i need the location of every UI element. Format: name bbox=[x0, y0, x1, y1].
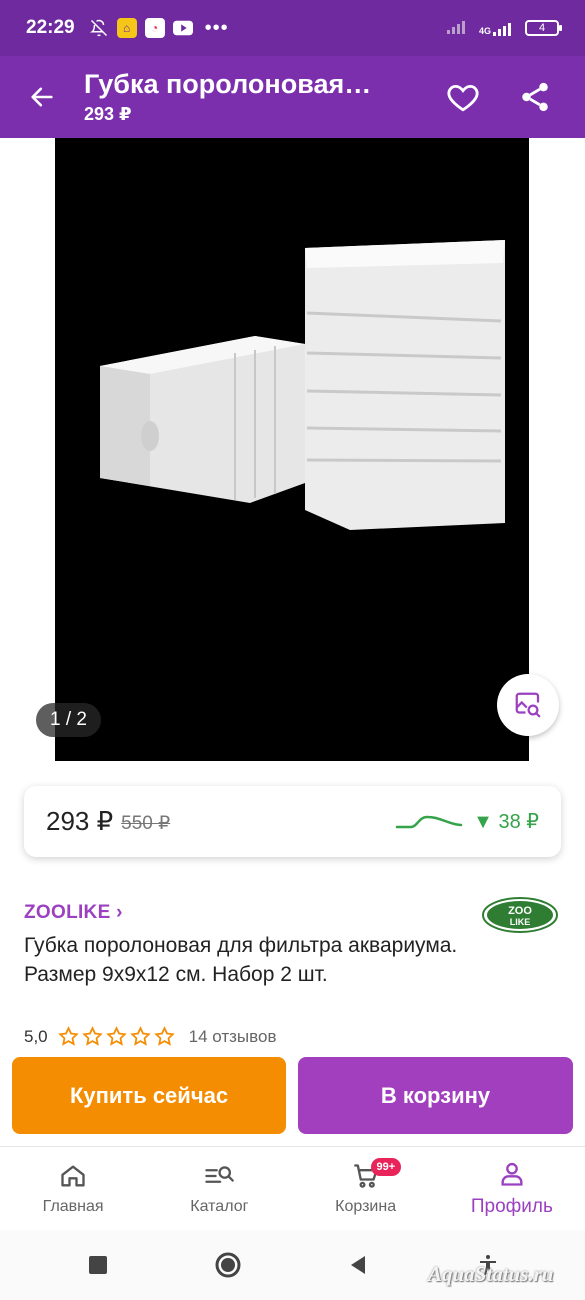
nav-home-label: Главная bbox=[42, 1197, 104, 1215]
favorite-button[interactable] bbox=[441, 75, 485, 119]
rating-row[interactable]: 5,0 14 отзывов bbox=[24, 1026, 276, 1047]
old-price: 550 ₽ bbox=[121, 813, 171, 834]
brand-logo[interactable]: ZOO LIKE bbox=[482, 896, 558, 934]
share-icon bbox=[522, 82, 548, 112]
price-trend: ▼ 38 ₽ bbox=[395, 809, 539, 834]
reviews-link[interactable]: 14 отзывов bbox=[189, 1027, 277, 1047]
signal-4g-icon: 4G bbox=[479, 20, 515, 36]
share-button[interactable] bbox=[513, 75, 557, 119]
home-icon bbox=[61, 1165, 85, 1186]
battery-icon: 4 bbox=[525, 20, 562, 36]
brand-link[interactable]: ZOOLIKE › bbox=[24, 902, 123, 924]
gallery-pager: 1 / 2 bbox=[36, 703, 101, 737]
star-icon bbox=[105, 1026, 127, 1046]
visual-search-button[interactable] bbox=[497, 674, 559, 736]
nav-catalog[interactable]: Каталог bbox=[146, 1147, 292, 1230]
heart-icon bbox=[447, 84, 479, 112]
back-button[interactable] bbox=[0, 56, 84, 138]
nav-profile-label: Профиль bbox=[470, 1195, 553, 1217]
product-image[interactable] bbox=[55, 138, 529, 761]
foam-sponge-photo bbox=[100, 240, 505, 530]
status-notification-icons: ⌂ ◔ ••• bbox=[89, 17, 229, 40]
app-bar: Губка поролоновая… 293 ₽ bbox=[0, 56, 585, 138]
status-system-icons: 4G 4 bbox=[446, 18, 562, 39]
image-search-icon bbox=[515, 692, 541, 718]
price-card[interactable]: 293 ₽ 550 ₽ ▼ 38 ₽ bbox=[24, 786, 561, 857]
svg-text:LIKE: LIKE bbox=[510, 917, 531, 927]
price-history-sparkline bbox=[395, 815, 463, 828]
more-notifications-icon: ••• bbox=[204, 16, 229, 39]
circle-icon bbox=[215, 1252, 240, 1278]
timer-app-icon: ◔ bbox=[144, 18, 165, 38]
current-price: 293 ₽ bbox=[46, 806, 114, 836]
nav-cart[interactable]: Корзина 99+ bbox=[293, 1147, 439, 1230]
svg-text:ZOO: ZOO bbox=[508, 905, 532, 917]
nav-catalog-label: Каталог bbox=[190, 1197, 249, 1215]
profile-icon bbox=[501, 1162, 523, 1186]
nav-profile[interactable]: Профиль bbox=[439, 1147, 585, 1230]
status-time: 22:29 bbox=[26, 17, 75, 38]
app-bar-actions bbox=[441, 75, 585, 119]
price-drop: ▼ 38 ₽ bbox=[473, 811, 539, 833]
page-title: Губка поролоновая… bbox=[84, 69, 372, 99]
youtube-icon bbox=[172, 18, 193, 38]
title-block: Губка поролоновая… 293 ₽ bbox=[84, 69, 441, 125]
star-icon bbox=[129, 1026, 151, 1046]
buy-now-button[interactable]: Купить сейчас bbox=[12, 1057, 286, 1134]
star-icon bbox=[57, 1026, 79, 1046]
rating-value: 5,0 bbox=[24, 1026, 48, 1046]
status-bar: 22:29 ⌂ ◔ ••• 4G 4 bbox=[0, 0, 585, 56]
back-system-button[interactable] bbox=[343, 1250, 373, 1280]
arrow-left-icon bbox=[31, 87, 53, 107]
star-icon bbox=[81, 1026, 103, 1046]
bell-off-icon bbox=[89, 18, 109, 38]
cart-badge: 99+ bbox=[370, 1158, 402, 1176]
add-to-cart-button[interactable]: В корзину bbox=[298, 1057, 573, 1134]
nav-home[interactable]: Главная bbox=[0, 1147, 146, 1230]
recents-button[interactable] bbox=[83, 1250, 113, 1280]
star-icon bbox=[153, 1026, 175, 1046]
triangle-back-icon bbox=[350, 1256, 365, 1274]
home-system-button[interactable] bbox=[213, 1250, 243, 1280]
rating-stars bbox=[57, 1026, 175, 1047]
signal-icon bbox=[446, 18, 469, 39]
shop-app-icon: ⌂ bbox=[116, 18, 137, 38]
bottom-nav: Главная Каталог Корзина 99+ Профиль bbox=[0, 1146, 585, 1230]
square-icon bbox=[88, 1256, 107, 1274]
nav-cart-label: Корзина bbox=[335, 1197, 397, 1215]
catalog-search-icon bbox=[205, 1165, 235, 1183]
watermark: AquaStatus.ru bbox=[428, 1262, 554, 1286]
product-title: Губка поролоновая для фильтра аквариума.… bbox=[24, 934, 458, 986]
page-subtitle-price: 293 ₽ bbox=[84, 104, 132, 124]
